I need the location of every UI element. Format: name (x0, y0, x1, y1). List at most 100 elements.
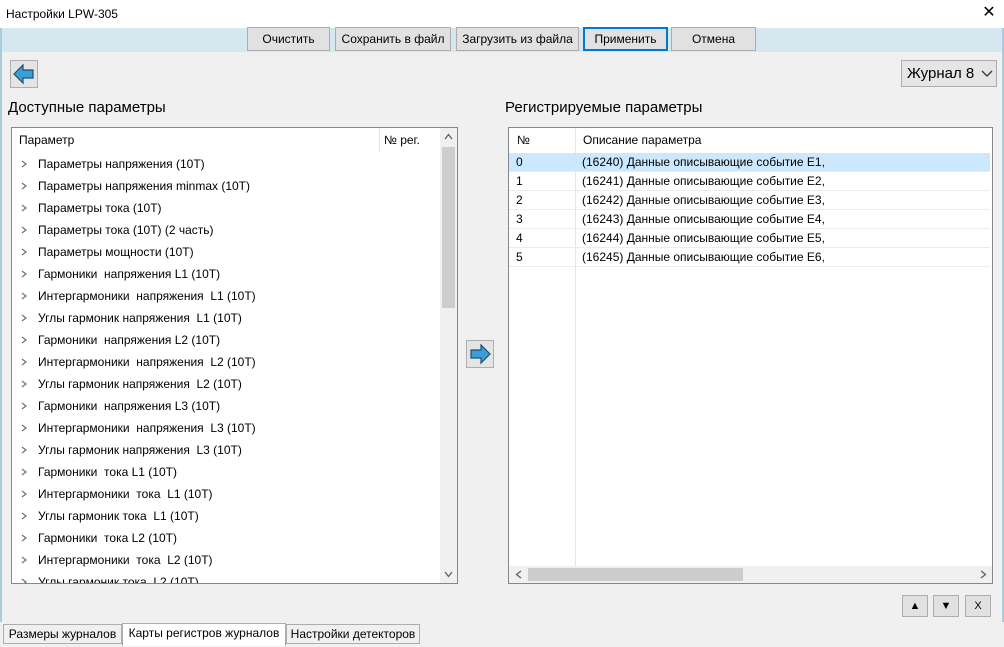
tree-item[interactable]: Интергармоники напряжения L2 (10T) (12, 351, 440, 373)
chevron-right-icon[interactable] (20, 512, 28, 520)
tree-item-label: Углы гармоник напряжения L2 (10T) (38, 377, 242, 391)
journal-select[interactable]: Журнал 8 (901, 60, 997, 87)
horizontal-scrollbar[interactable] (509, 566, 992, 583)
chevron-right-icon[interactable] (20, 402, 28, 410)
arrow-right-icon (470, 343, 491, 365)
chevron-right-icon[interactable] (20, 490, 28, 498)
chevron-right-icon[interactable] (20, 578, 28, 583)
chevron-right-icon[interactable] (20, 424, 28, 432)
tree-item[interactable]: Гармоники тока L2 (10T) (12, 527, 440, 549)
tree-item[interactable]: Гармоники напряжения L3 (10T) (12, 395, 440, 417)
tree-item-label: Углы гармоник напряжения L3 (10T) (38, 443, 242, 457)
move-up-button[interactable]: ▲ (902, 595, 928, 617)
apply-button[interactable]: Применить (583, 27, 668, 51)
table-row[interactable]: 2 (16242) Данные описывающие событие E3, (509, 191, 990, 210)
scroll-right-icon[interactable] (980, 570, 987, 579)
table-row[interactable]: 4 (16244) Данные описывающие событие E5, (509, 229, 990, 248)
tab-journal-sizes[interactable]: Размеры журналов (3, 624, 122, 644)
table-row[interactable]: 3 (16243) Данные описывающие событие E4, (509, 210, 990, 229)
row-number: 4 (516, 231, 523, 245)
chevron-right-icon[interactable] (20, 468, 28, 476)
tree-item[interactable]: Интергармоники тока L1 (10T) (12, 483, 440, 505)
tree-item[interactable]: Параметры напряжения minmax (10T) (12, 175, 440, 197)
h-scrollbar-thumb[interactable] (528, 568, 743, 581)
add-param-button[interactable] (466, 340, 494, 368)
tree-item[interactable]: Углы гармоник напряжения L2 (10T) (12, 373, 440, 395)
tree-item[interactable]: Углы гармоник напряжения L3 (10T) (12, 439, 440, 461)
load-from-file-button[interactable]: Загрузить из файла (456, 27, 579, 51)
save-to-file-button[interactable]: Сохранить в файл (335, 27, 451, 51)
tree-item-label: Углы гармоник тока L1 (10T) (38, 509, 199, 523)
tree-item[interactable]: Параметры напряжения (10T) (12, 153, 440, 175)
scroll-down-icon[interactable] (444, 571, 453, 578)
row-description: (16243) Данные описывающие событие E4, (582, 212, 825, 226)
scroll-left-icon[interactable] (515, 570, 522, 579)
tree-item[interactable]: Параметры тока (10T) (12, 197, 440, 219)
tree-item[interactable]: Интергармоники напряжения L1 (10T) (12, 285, 440, 307)
table-row[interactable]: 1 (16241) Данные описывающие событие E2, (509, 172, 990, 191)
chevron-right-icon[interactable] (20, 160, 28, 168)
tree-item-label: Углы гармоник тока L2 (10T) (38, 575, 199, 583)
chevron-right-icon[interactable] (20, 380, 28, 388)
row-description: (16241) Данные описывающие событие E2, (582, 174, 825, 188)
tree-item[interactable]: Параметры мощности (10T) (12, 241, 440, 263)
vertical-scrollbar[interactable] (440, 128, 457, 583)
tree-item-label: Углы гармоник напряжения L1 (10T) (38, 311, 242, 325)
scrollbar-thumb[interactable] (442, 147, 455, 308)
chevron-right-icon[interactable] (20, 534, 28, 542)
journal-select-value: Журнал 8 (907, 65, 975, 82)
row-description: (16245) Данные описывающие событие E6, (582, 250, 825, 264)
tree-item[interactable]: Параметры тока (10T) (2 часть) (12, 219, 440, 241)
column-header-num[interactable]: № (517, 128, 530, 152)
tree-item[interactable]: Гармоники напряжения L1 (10T) (12, 263, 440, 285)
clear-button[interactable]: Очистить (247, 27, 330, 51)
row-description: (16244) Данные описывающие событие E5, (582, 231, 825, 245)
chevron-right-icon[interactable] (20, 556, 28, 564)
scroll-up-icon[interactable] (444, 133, 453, 140)
available-params-title: Доступные параметры (8, 99, 166, 116)
table-row[interactable]: 0 (16240) Данные описывающие событие E1, (509, 153, 990, 172)
registered-params-list[interactable]: № Описание параметра 0 (16240) Данные опи… (508, 127, 993, 584)
chevron-right-icon[interactable] (20, 336, 28, 344)
tree-item[interactable]: Углы гармоник тока L2 (10T) (12, 571, 440, 583)
tree-item[interactable]: Гармоники тока L1 (10T) (12, 461, 440, 483)
remove-button[interactable]: X (965, 595, 991, 617)
tree-item-label: Интергармоники напряжения L3 (10T) (38, 421, 256, 435)
tree-item-label: Интергармоники напряжения L2 (10T) (38, 355, 256, 369)
tree-item-label: Интергармоники напряжения L1 (10T) (38, 289, 256, 303)
arrow-left-icon (13, 63, 34, 85)
tree-item-label: Параметры тока (10T) (2 часть) (38, 223, 214, 237)
chevron-right-icon[interactable] (20, 292, 28, 300)
column-header-reg-num[interactable]: № рег. (384, 128, 420, 152)
chevron-right-icon[interactable] (20, 358, 28, 366)
chevron-right-icon[interactable] (20, 314, 28, 322)
chevron-right-icon[interactable] (20, 446, 28, 454)
tab-detector-settings[interactable]: Настройки детекторов (286, 624, 420, 644)
tab-journal-register-maps[interactable]: Карты регистров журналов (122, 623, 286, 646)
column-header-description[interactable]: Описание параметра (583, 128, 701, 152)
row-number: 0 (516, 155, 523, 169)
tree-item-label: Гармоники напряжения L3 (10T) (38, 399, 221, 413)
chevron-right-icon[interactable] (20, 204, 28, 212)
tree-item[interactable]: Интергармоники тока L2 (10T) (12, 549, 440, 571)
header-divider (379, 128, 380, 152)
available-params-tree[interactable]: Параметр № рег. Параметры напряжения (10… (11, 127, 458, 584)
chevron-right-icon[interactable] (20, 248, 28, 256)
tree-item[interactable]: Углы гармоник напряжения L1 (10T) (12, 307, 440, 329)
close-icon[interactable]: ✕ (978, 2, 1000, 24)
tree-item[interactable]: Интергармоники напряжения L3 (10T) (12, 417, 440, 439)
tree-item[interactable]: Гармоники напряжения L2 (10T) (12, 329, 440, 351)
tree-item[interactable]: Углы гармоник тока L1 (10T) (12, 505, 440, 527)
table-row[interactable]: 5 (16245) Данные описывающие событие E6, (509, 248, 990, 267)
chevron-right-icon[interactable] (20, 182, 28, 190)
chevron-right-icon[interactable] (20, 270, 28, 278)
row-number: 5 (516, 250, 523, 264)
row-number: 2 (516, 193, 523, 207)
registered-rows: 0 (16240) Данные описывающие событие E1, 1… (509, 153, 992, 566)
tree-item-label: Гармоники напряжения L2 (10T) (38, 333, 221, 347)
chevron-right-icon[interactable] (20, 226, 28, 234)
move-down-button[interactable]: ▼ (933, 595, 959, 617)
column-header-param[interactable]: Параметр (19, 128, 74, 152)
back-button[interactable] (10, 60, 38, 88)
cancel-button[interactable]: Отмена (671, 27, 756, 51)
